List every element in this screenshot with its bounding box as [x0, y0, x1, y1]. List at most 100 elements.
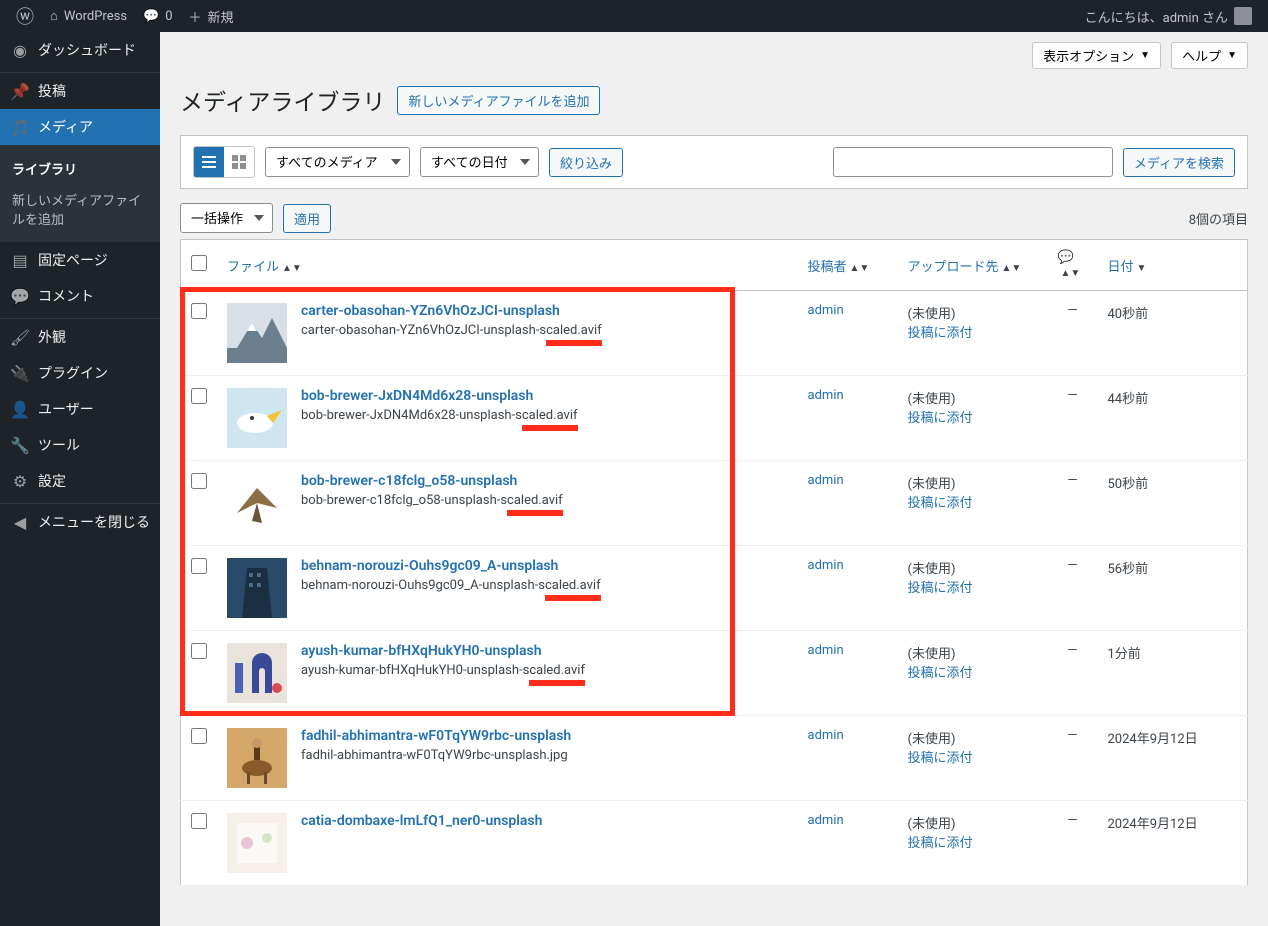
author-link[interactable]: admin [808, 728, 844, 743]
attach-link[interactable]: 投稿に添付 [908, 751, 973, 766]
media-title-link[interactable]: bob-brewer-JxDN4Md6x28-unsplash [301, 388, 533, 404]
comment-icon: 💬 [10, 286, 30, 306]
chevron-down-icon: ▼ [1140, 50, 1150, 61]
bulk-apply-button[interactable]: 適用 [283, 204, 331, 233]
col-header-uploaded-to[interactable]: アップロード先▲▼ [898, 240, 1048, 291]
table-row: bob-brewer-c18fclg_o58-unsplash bob-brew… [181, 461, 1248, 546]
filter-button[interactable]: 絞り込み [549, 148, 623, 177]
sort-icon: ▲▼ [850, 263, 870, 274]
col-header-file[interactable]: ファイル▲▼ [217, 240, 798, 291]
sidebar-sub-add-new[interactable]: 新しいメディアファイルを追加 [0, 184, 160, 234]
media-title-link[interactable]: fadhil-abhimantra-wF0TqYW9rbc-unsplash [301, 728, 571, 744]
row-checkbox[interactable] [191, 728, 207, 744]
col-header-author[interactable]: 投稿者▲▼ [798, 240, 898, 291]
sidebar-item-settings[interactable]: ⚙設定 [0, 463, 160, 499]
user-greeting[interactable]: こんにちは、admin さん [1077, 0, 1260, 32]
comment-icon: 💬 [143, 9, 159, 24]
media-thumbnail[interactable] [227, 813, 287, 873]
attach-link[interactable]: 投稿に添付 [908, 326, 973, 341]
table-row: bob-brewer-JxDN4Md6x28-unsplash bob-brew… [181, 376, 1248, 461]
uploaded-to-status: (未使用) [908, 647, 956, 662]
grid-view-button[interactable] [224, 147, 254, 177]
media-filename: carter-obasohan-YZn6VhOzJCI-unsplash-sca… [301, 323, 602, 338]
wp-logo[interactable]: ⓦ [8, 0, 42, 32]
author-link[interactable]: admin [808, 303, 844, 318]
media-date: 40秒前 [1098, 291, 1248, 376]
sidebar-item-plugins[interactable]: 🔌プラグイン [0, 355, 160, 391]
list-view-button[interactable] [194, 147, 224, 177]
uploaded-to-status: (未使用) [908, 392, 956, 407]
media-thumbnail[interactable] [227, 388, 287, 448]
sidebar-item-tools[interactable]: 🔧ツール [0, 427, 160, 463]
media-thumbnail[interactable] [227, 303, 287, 363]
uploaded-to-status: (未使用) [908, 817, 956, 832]
attach-link[interactable]: 投稿に添付 [908, 411, 973, 426]
comments-link[interactable]: 💬0 [135, 0, 181, 32]
row-checkbox[interactable] [191, 473, 207, 489]
new-content-link[interactable]: ＋新規 [181, 0, 242, 32]
media-title-link[interactable]: carter-obasohan-YZn6VhOzJCI-unsplash [301, 303, 560, 319]
dashboard-icon: ◉ [10, 40, 30, 60]
media-title-link[interactable]: ayush-kumar-bfHXqHukYH0-unsplash [301, 643, 542, 659]
attach-link[interactable]: 投稿に添付 [908, 836, 973, 851]
media-title-link[interactable]: bob-brewer-c18fclg_o58-unsplash [301, 473, 517, 489]
sidebar-collapse[interactable]: ◀メニューを閉じる [0, 504, 160, 540]
site-link[interactable]: ⌂WordPress [42, 0, 135, 32]
col-header-date[interactable]: 日付▼ [1098, 240, 1248, 291]
comment-count: — [1048, 291, 1098, 376]
row-checkbox[interactable] [191, 388, 207, 404]
attach-link[interactable]: 投稿に添付 [908, 666, 973, 681]
comment-count: — [1048, 801, 1098, 886]
comment-icon: 💬 [1058, 250, 1074, 265]
table-row: carter-obasohan-YZn6VhOzJCI-unsplash car… [181, 291, 1248, 376]
col-header-comments[interactable]: 💬▲▼ [1048, 240, 1098, 291]
attach-link[interactable]: 投稿に添付 [908, 496, 973, 511]
sidebar-item-users[interactable]: 👤ユーザー [0, 391, 160, 427]
comment-count: — [1048, 716, 1098, 801]
date-filter[interactable]: すべての日付 [420, 147, 539, 177]
media-type-filter[interactable]: すべてのメディア [265, 147, 410, 177]
row-checkbox[interactable] [191, 558, 207, 574]
help-button[interactable]: ヘルプ▼ [1171, 42, 1248, 69]
author-link[interactable]: admin [808, 473, 844, 488]
page-title: メディアライブラリ [180, 83, 385, 117]
select-all-checkbox[interactable] [191, 255, 207, 271]
sidebar-submenu-media: ライブラリ 新しいメディアファイルを追加 [0, 145, 160, 242]
search-media-button[interactable]: メディアを検索 [1123, 148, 1235, 177]
media-date: 1分前 [1098, 631, 1248, 716]
screen-options-button[interactable]: 表示オプション▼ [1032, 42, 1161, 69]
settings-icon: ⚙ [10, 471, 30, 491]
media-thumbnail[interactable] [227, 728, 287, 788]
media-thumbnail[interactable] [227, 558, 287, 618]
row-checkbox[interactable] [191, 303, 207, 319]
row-checkbox[interactable] [191, 643, 207, 659]
row-checkbox[interactable] [191, 813, 207, 829]
media-thumbnail[interactable] [227, 473, 287, 533]
media-date: 2024年9月12日 [1098, 801, 1248, 886]
bulk-action-select[interactable]: 一括操作 [180, 203, 273, 233]
author-link[interactable]: admin [808, 643, 844, 658]
add-new-media-button[interactable]: 新しいメディアファイルを追加 [397, 86, 600, 115]
avatar-icon [1234, 7, 1252, 25]
author-link[interactable]: admin [808, 813, 844, 828]
media-title-link[interactable]: catia-dombaxe-lmLfQ1_ner0-unsplash [301, 813, 542, 829]
sidebar-item-posts[interactable]: 📌投稿 [0, 73, 160, 109]
sort-icon: ▼ [1137, 263, 1147, 274]
author-link[interactable]: admin [808, 388, 844, 403]
chevron-down-icon: ▼ [1227, 50, 1237, 61]
sidebar-item-comments[interactable]: 💬コメント [0, 278, 160, 314]
media-search-input[interactable] [833, 147, 1113, 177]
sidebar-item-pages[interactable]: ▤固定ページ [0, 242, 160, 278]
media-title-link[interactable]: behnam-norouzi-Ouhs9gc09_A-unsplash [301, 558, 558, 574]
uploaded-to-status: (未使用) [908, 477, 956, 492]
sidebar-item-dashboard[interactable]: ◉ダッシュボード [0, 32, 160, 68]
media-filename: bob-brewer-c18fclg_o58-unsplash-scaled.a… [301, 493, 563, 508]
attach-link[interactable]: 投稿に添付 [908, 581, 973, 596]
sidebar-item-media[interactable]: 🎵メディア [0, 109, 160, 145]
sidebar-item-appearance[interactable]: 🖌外観 [0, 319, 160, 355]
media-filename: fadhil-abhimantra-wF0TqYW9rbc-unsplash.j… [301, 748, 571, 763]
sidebar-sub-library[interactable]: ライブラリ [0, 153, 160, 184]
media-date: 50秒前 [1098, 461, 1248, 546]
author-link[interactable]: admin [808, 558, 844, 573]
media-thumbnail[interactable] [227, 643, 287, 703]
